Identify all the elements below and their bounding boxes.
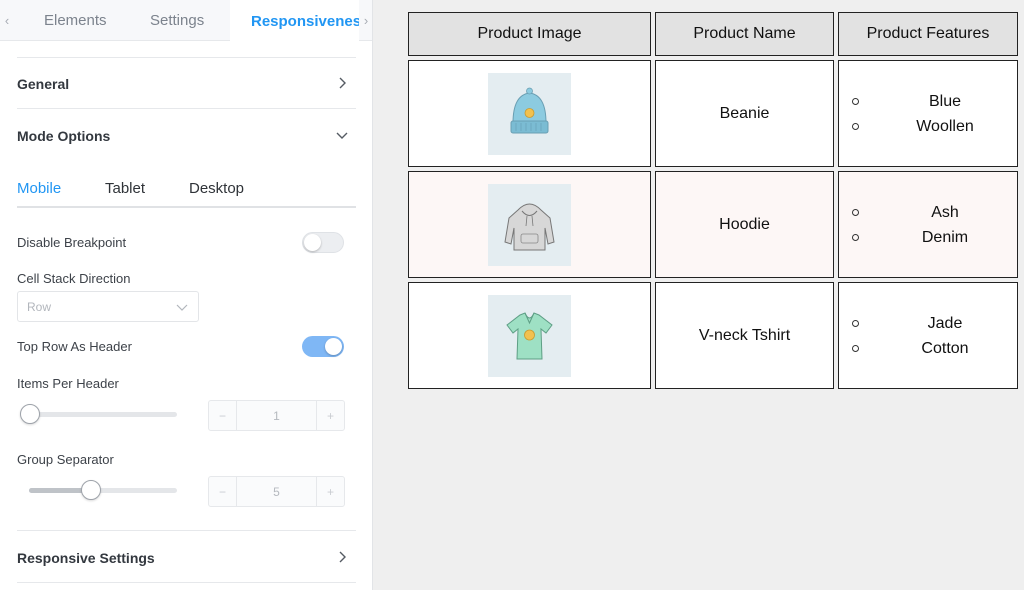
mode-tab-tablet[interactable]: Tablet [105,180,145,197]
product-image-cell [408,282,651,389]
chevron-right-icon[interactable] [334,549,350,565]
top-row-as-header-toggle[interactable] [302,336,344,357]
feature-item: Woollen [849,114,1017,139]
cell-stack-direction-select[interactable]: Row [17,291,199,322]
disable-breakpoint-label: Disable Breakpoint [17,235,127,250]
top-row-as-header-label: Top Row As Header [17,339,132,354]
feature-item: Cotton [849,336,1017,361]
chevron-right-icon[interactable]: › [359,0,372,41]
chevron-down-icon[interactable] [334,127,350,143]
panel-tabs: ‹ Elements Settings Responsivenes › [0,0,372,42]
section-mode-options-title[interactable]: Mode Options [17,128,110,144]
toggle-knob [325,338,342,355]
divider [17,530,356,531]
cell-stack-direction-label: Cell Stack Direction [17,271,131,286]
divider [17,582,356,583]
minus-icon[interactable]: − [209,401,237,430]
table-row: Hoodie Ash Denim [408,171,1018,278]
product-name-cell: Beanie [655,60,834,167]
product-image-cell [408,60,651,167]
product-name-cell: Hoodie [655,171,834,278]
table-row: V-neck Tshirt Jade Cotton [408,282,1018,389]
beanie-image [488,72,571,155]
tab-responsiveness[interactable]: Responsivenes [230,0,359,42]
mode-tab-mobile[interactable]: Mobile [17,180,61,197]
disable-breakpoint-toggle[interactable] [302,232,344,253]
divider [17,57,356,58]
plus-icon[interactable]: + [316,477,344,506]
hoodie-image [488,183,571,266]
feature-item: Blue [849,89,1017,114]
chevron-down-icon [176,304,188,311]
plus-icon[interactable]: + [316,401,344,430]
product-features-cell: Jade Cotton [838,282,1018,389]
product-image-cell [408,171,651,278]
chevron-right-icon[interactable] [334,75,350,91]
section-responsive-settings-title[interactable]: Responsive Settings [17,550,155,566]
stepper-value[interactable]: 1 [237,401,316,430]
section-general-title[interactable]: General [17,76,69,92]
product-features-cell: Blue Woollen [838,60,1018,167]
slider-thumb[interactable] [20,404,40,424]
items-per-header-stepper[interactable]: − 1 + [208,400,345,431]
chevron-left-icon[interactable]: ‹ [0,0,14,41]
group-separator-label: Group Separator [17,452,114,467]
table-preview: Product Image Product Name Product Featu… [408,12,1020,389]
header-product-image: Product Image [408,12,651,56]
slider-thumb[interactable] [80,480,101,500]
table-header-row: Product Image Product Name Product Featu… [408,12,1018,56]
tab-elements[interactable]: Elements [44,0,107,41]
settings-panel: ‹ Elements Settings Responsivenes › Gene… [0,0,373,590]
divider [17,108,356,109]
feature-item: Ash [849,200,1017,225]
group-separator-slider[interactable] [29,488,177,493]
feature-item: Denim [849,225,1017,250]
minus-icon[interactable]: − [209,477,237,506]
feature-item: Jade [849,311,1017,336]
items-per-header-slider[interactable] [29,412,177,417]
tshirt-image [488,294,571,377]
items-per-header-label: Items Per Header [17,376,119,391]
product-features-cell: Ash Denim [838,171,1018,278]
product-name-cell: V-neck Tshirt [655,282,834,389]
mode-tabs-underline [17,206,356,208]
product-table: Product Image Product Name Product Featu… [404,8,1022,393]
tab-settings[interactable]: Settings [150,0,204,41]
header-product-name: Product Name [655,12,834,56]
header-product-features: Product Features [838,12,1018,56]
select-value: Row [27,300,52,314]
group-separator-stepper[interactable]: − 5 + [208,476,345,507]
toggle-knob [304,234,321,251]
mode-tab-desktop[interactable]: Desktop [189,180,244,197]
table-row: Beanie Blue Woollen [408,60,1018,167]
stepper-value[interactable]: 5 [237,477,316,506]
